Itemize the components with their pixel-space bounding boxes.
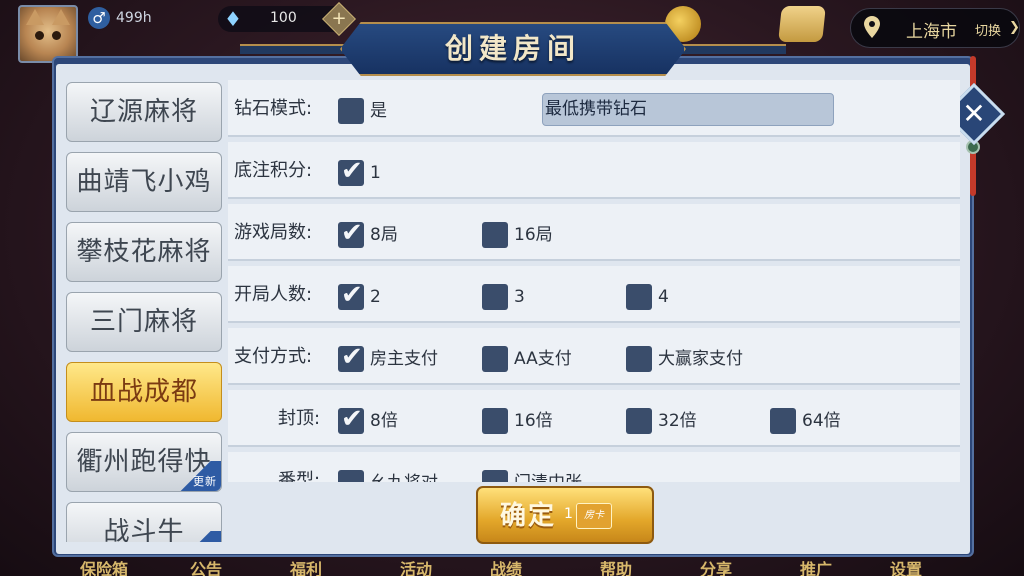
confirm-button[interactable]: 确定 1 房卡 xyxy=(476,486,654,544)
option-row: 钻石模式: 是 最低携带钻石 xyxy=(228,80,960,137)
switch-city-button[interactable]: 切换 xyxy=(975,20,1001,39)
bottom-menu-item[interactable]: 保险箱 xyxy=(80,556,128,576)
option-label: 大赢家支付 xyxy=(658,349,743,369)
checked-box-icon[interactable] xyxy=(338,404,364,434)
option-label: 16倍 xyxy=(514,411,553,431)
option-row: 封顶: 8倍 16倍 32倍 64倍 xyxy=(228,390,960,447)
checked-box-icon[interactable] xyxy=(338,280,364,310)
checked-box-icon[interactable] xyxy=(338,156,364,186)
option-label: 32倍 xyxy=(658,411,697,431)
avatar-ear xyxy=(52,9,70,25)
option-row-label: 封顶: xyxy=(278,408,321,429)
game-tab[interactable]: 辽源麻将 xyxy=(66,82,222,142)
bottom-menu-item[interactable]: 战绩 xyxy=(490,556,522,576)
option-label: 门清中张 xyxy=(514,470,582,482)
option-row-label: 钻石模式: xyxy=(234,98,313,119)
option-row-label: 开局人数: xyxy=(234,284,313,305)
option-label: 1 xyxy=(370,163,381,183)
diamond-icon: ♦ xyxy=(224,7,242,31)
unchecked-box-icon[interactable] xyxy=(770,408,796,434)
unchecked-box-icon[interactable] xyxy=(482,284,508,310)
game-tab[interactable]: 攀枝花麻将 xyxy=(66,222,222,282)
option-row: 番型: 幺九将对 门清中张 xyxy=(228,452,960,482)
game-tab[interactable]: 三门麻将 xyxy=(66,292,222,352)
bottom-menu-item[interactable]: 活动 xyxy=(400,556,432,576)
game-tab-label: 辽源麻将 xyxy=(89,97,198,127)
game-tab-label: 血战成都 xyxy=(89,377,198,407)
game-tab-label: 攀枝花麻将 xyxy=(76,237,212,267)
unchecked-box-icon[interactable] xyxy=(338,470,364,482)
dialog-title: 创建房间 xyxy=(444,32,581,65)
unchecked-box-icon[interactable] xyxy=(482,470,508,482)
game-tab[interactable]: 曲靖飞小鸡 xyxy=(66,152,222,212)
male-gender-icon: ♂ xyxy=(88,7,110,29)
option-row: 开局人数: 2 3 4 xyxy=(228,266,960,323)
unchecked-box-icon[interactable] xyxy=(482,222,508,248)
update-badge-label: 更新 xyxy=(193,475,217,488)
option-label: 8局 xyxy=(370,225,398,245)
room-options-panel: 钻石模式: 是 最低携带钻石底注积分: 1 游戏局数: 8局 16局开局人数: 2 3 4 支付方式… xyxy=(228,80,960,482)
update-badge: 更新 xyxy=(177,461,221,491)
confirm-label: 确定 xyxy=(500,501,557,531)
min-diamond-field[interactable]: 最低携带钻石 xyxy=(542,93,834,126)
option-row: 底注积分: 1 xyxy=(228,142,960,199)
option-label: 8倍 xyxy=(370,411,398,431)
unchecked-box-icon[interactable] xyxy=(482,346,508,372)
game-tab[interactable]: 衢州跑得快 更新 xyxy=(66,432,222,492)
option-row-label: 游戏局数: xyxy=(234,222,313,243)
chevron-right-icon: ❯ xyxy=(1009,20,1020,35)
option-label: 64倍 xyxy=(802,411,841,431)
option-label: AA支付 xyxy=(514,349,572,369)
game-tab-label: 战斗牛 xyxy=(103,517,185,542)
game-tab[interactable]: 战斗牛 xyxy=(66,502,222,542)
mail-icon[interactable] xyxy=(778,6,826,42)
update-badge xyxy=(177,531,221,542)
bottom-menu-item[interactable]: 福利 xyxy=(290,556,322,576)
option-label: 3 xyxy=(514,287,525,307)
room-card-icon: 房卡 xyxy=(576,503,612,529)
player-avatar[interactable] xyxy=(18,5,78,63)
option-label: 幺九将对 xyxy=(370,470,438,482)
game-tab-label: 曲靖飞小鸡 xyxy=(76,167,212,197)
option-label: 2 xyxy=(370,287,381,307)
bottom-menu-item[interactable]: 设置 xyxy=(890,556,922,576)
bottom-menu: 保险箱 公告 福利 活动 战绩 帮助 分享 推广 设置 xyxy=(60,556,960,576)
option-row: 游戏局数: 8局 16局 xyxy=(228,204,960,261)
banner-wing-right xyxy=(676,44,786,54)
option-row-label: 底注积分: xyxy=(234,160,313,181)
option-row-label: 支付方式: xyxy=(234,346,313,367)
banner-wing-left xyxy=(240,44,350,54)
unchecked-box-icon[interactable] xyxy=(338,98,364,124)
option-label: 房主支付 xyxy=(370,349,438,369)
bottom-menu-item[interactable]: 推广 xyxy=(800,556,832,576)
checked-box-icon[interactable] xyxy=(338,342,364,372)
city-name: 上海市 xyxy=(906,22,957,42)
unchecked-box-icon[interactable] xyxy=(626,346,652,372)
option-label: 4 xyxy=(658,287,669,307)
diamond-count: 100 xyxy=(270,10,297,26)
option-row: 支付方式: 房主支付 AA支付 大赢家支付 xyxy=(228,328,960,385)
bottom-menu-item[interactable]: 分享 xyxy=(700,556,732,576)
location-pin-icon xyxy=(864,16,880,38)
unchecked-box-icon[interactable] xyxy=(482,408,508,434)
unchecked-box-icon[interactable] xyxy=(626,284,652,310)
avatar-eye xyxy=(52,31,61,40)
game-tab-label: 三门麻将 xyxy=(89,307,198,337)
player-score: 499h xyxy=(116,10,152,26)
room-card-count: 1 xyxy=(564,506,573,522)
bottom-menu-item[interactable]: 公告 xyxy=(190,556,222,576)
avatar-eye xyxy=(35,31,44,40)
option-label: 16局 xyxy=(514,225,553,245)
avatar-ear xyxy=(26,9,44,25)
unchecked-box-icon[interactable] xyxy=(626,408,652,434)
option-label: 是 xyxy=(370,101,387,121)
option-row-label: 番型: xyxy=(278,470,321,482)
checked-box-icon[interactable] xyxy=(338,218,364,248)
bottom-menu-item[interactable]: 帮助 xyxy=(600,556,632,576)
game-type-list: 辽源麻将曲靖飞小鸡攀枝花麻将三门麻将血战成都衢州跑得快 更新战斗牛 xyxy=(60,76,228,542)
game-tab[interactable]: 血战成都 xyxy=(66,362,222,422)
